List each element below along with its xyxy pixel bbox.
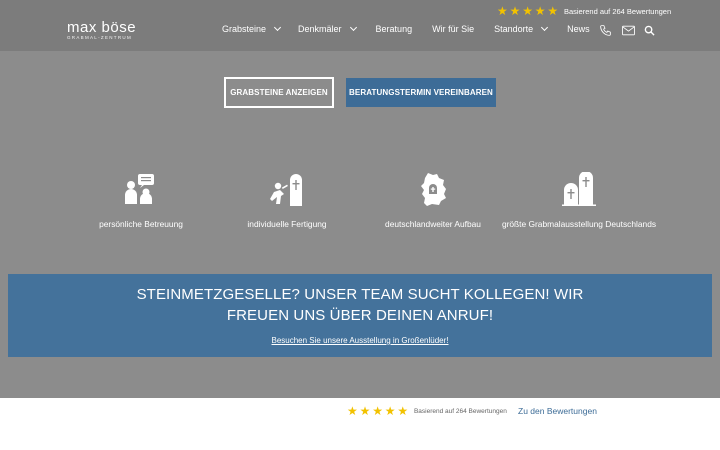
- book-consultation-button[interactable]: BERATUNGSTERMIN VEREINBAREN: [346, 78, 496, 107]
- nav-item-grabsteine[interactable]: Grabsteine: [222, 23, 282, 34]
- star-icon: ★: [359, 404, 371, 418]
- mail-icon[interactable]: [622, 25, 635, 36]
- search-icon[interactable]: [644, 25, 655, 36]
- show-gravestones-button[interactable]: GRABSTEINE ANZEIGEN: [224, 77, 334, 108]
- nav-icons: [599, 24, 655, 37]
- feature-nationwide-installation: deutschlandweiter Aufbau: [353, 166, 513, 230]
- nav-label: Beratung: [375, 24, 413, 34]
- feature-label: persönliche Betreuung: [99, 219, 183, 229]
- brand-name: max böse: [67, 19, 137, 36]
- stonemason-icon: [207, 166, 367, 206]
- job-banner: STEINMETZGESELLE? UNSER TEAM SUCHT KOLLE…: [8, 274, 712, 357]
- rating-text: Basierend auf 264 Bewertungen: [563, 6, 672, 16]
- site-header: max böse GRABMAL-ZENTRUM ★ ★ ★ ★ ★ Basie…: [0, 0, 720, 51]
- banner-title-line: FREUEN UNS ÜBER DEINEN ANRUF!: [226, 307, 494, 324]
- top-rating[interactable]: ★ ★ ★ ★ ★ Basierend auf 264 Bewertungen: [497, 5, 671, 17]
- nav-item-denkmaeler[interactable]: Denkmäler: [298, 23, 357, 34]
- star-icon: ★: [497, 4, 508, 18]
- nav-label: News: [567, 24, 590, 34]
- star-icon: ★: [397, 404, 409, 418]
- star-icon: ★: [547, 4, 559, 18]
- nav-item-wir-fuer-sie[interactable]: Wir für Sie: [432, 24, 474, 34]
- chevron-down-icon: [273, 23, 282, 32]
- chevron-down-icon: [541, 23, 549, 32]
- banner-title-line: STEINMETZGESELLE? UNSER TEAM SUCHT KOLLE…: [136, 286, 584, 303]
- star-icon: ★: [509, 4, 521, 18]
- main-nav: Grabsteine Denkmäler Beratung Wir für Si…: [222, 23, 590, 34]
- rating-text: Basierend auf 264 Bewertungen: [413, 407, 507, 415]
- banner-title: STEINMETZGESELLE? UNSER TEAM SUCHT KOLLE…: [8, 284, 712, 326]
- reviews-link[interactable]: Zu den Bewertungen: [518, 406, 597, 416]
- consultation-icon: [61, 166, 221, 206]
- star-icon: ★: [534, 4, 546, 18]
- feature-label: deutschlandweiter Aufbau: [385, 219, 481, 229]
- feature-label: größte Grabmalausstellung Deutschlands: [501, 219, 657, 229]
- rating-stars: ★ ★ ★ ★ ★: [347, 405, 410, 417]
- star-icon: ★: [347, 404, 358, 418]
- rating-stars: ★ ★ ★ ★ ★: [497, 5, 560, 17]
- nav-label: Standorte: [494, 24, 534, 34]
- star-icon: ★: [522, 4, 533, 18]
- nav-label: Grabsteine: [222, 24, 267, 34]
- phone-icon[interactable]: [599, 24, 612, 37]
- germany-map-icon: [353, 166, 513, 206]
- exhibition-link[interactable]: Besuchen Sie unsere Ausstellung in Große…: [272, 336, 449, 345]
- nav-label: Wir für Sie: [432, 24, 475, 34]
- bottom-rating: ★ ★ ★ ★ ★ Basierend auf 264 Bewertungen: [347, 405, 507, 417]
- chevron-down-icon: [349, 23, 357, 32]
- nav-item-news[interactable]: News: [567, 24, 590, 34]
- brand-logo[interactable]: max böse GRABMAL-ZENTRUM: [67, 19, 137, 40]
- star-icon: ★: [372, 404, 383, 418]
- feature-label: individuelle Fertigung: [247, 219, 327, 229]
- brand-subtitle: GRABMAL-ZENTRUM: [67, 35, 133, 40]
- feature-custom-production: individuelle Fertigung: [207, 166, 367, 230]
- feature-personal-care: persönliche Betreuung: [61, 166, 221, 230]
- star-icon: ★: [384, 404, 396, 418]
- feature-largest-exhibition: größte Grabmalausstellung Deutschlands: [499, 166, 659, 230]
- nav-item-beratung[interactable]: Beratung: [376, 24, 413, 34]
- nav-item-standorte[interactable]: Standorte: [494, 23, 549, 34]
- gravestones-icon: [499, 166, 659, 206]
- nav-label: Denkmäler: [298, 24, 342, 34]
